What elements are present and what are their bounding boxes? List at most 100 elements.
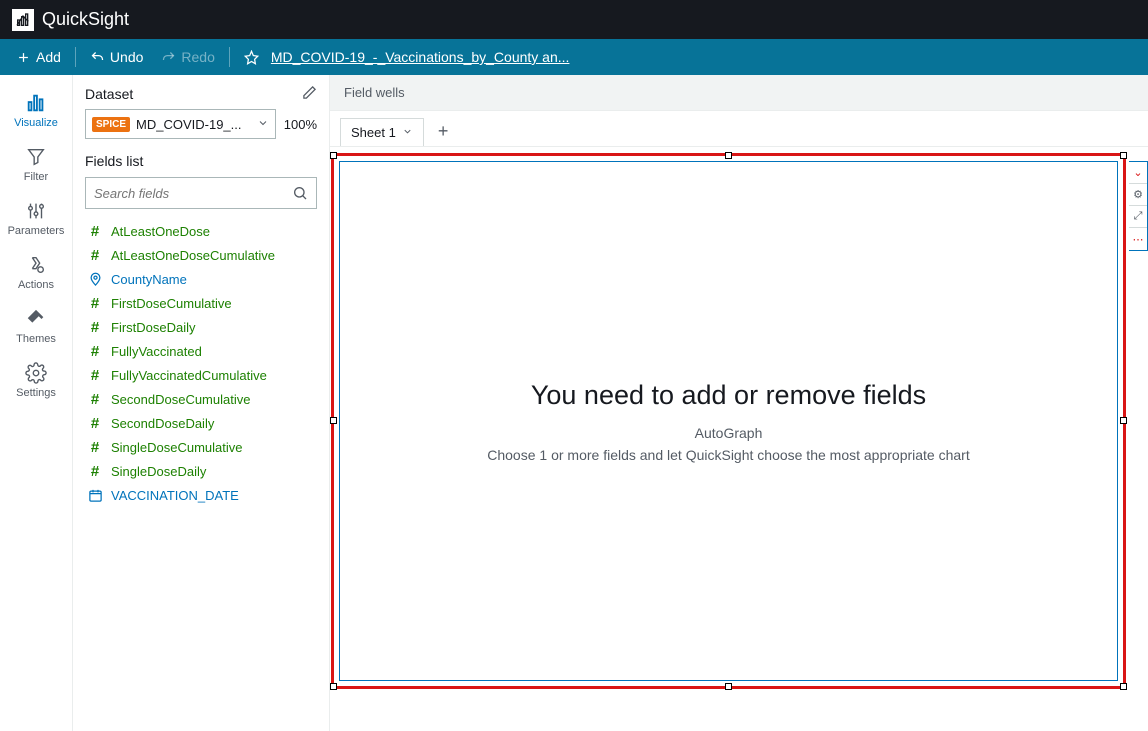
field-name: SecondDoseCumulative bbox=[111, 392, 250, 407]
sheet-tab[interactable]: Sheet 1 bbox=[340, 118, 424, 146]
nav-label: Themes bbox=[16, 333, 56, 345]
field-item[interactable]: SingleDoseDaily bbox=[85, 459, 317, 483]
resize-handle[interactable] bbox=[330, 417, 337, 424]
field-name: SingleDoseCumulative bbox=[111, 440, 243, 455]
toolbar-divider bbox=[229, 47, 230, 67]
visual-controls: ⌄ ⚙ ⤢ ⋯ bbox=[1129, 161, 1148, 251]
number-type-icon bbox=[87, 295, 103, 311]
number-type-icon bbox=[87, 439, 103, 455]
canvas-area: Field wells Sheet 1 + bbox=[330, 75, 1148, 731]
sheet-tabs: Sheet 1 + bbox=[330, 111, 1148, 147]
visual-placeholder[interactable]: You need to add or remove fields AutoGra… bbox=[339, 161, 1118, 681]
chevron-down-icon bbox=[257, 117, 269, 132]
number-type-icon bbox=[87, 319, 103, 335]
resize-handle[interactable] bbox=[1120, 683, 1127, 690]
nav-filter[interactable]: Filter bbox=[0, 139, 72, 189]
undo-button[interactable]: Undo bbox=[84, 39, 149, 75]
dataset-name: MD_COVID-19_... bbox=[136, 117, 251, 132]
field-item[interactable]: SecondDoseCumulative bbox=[85, 387, 317, 411]
chevron-down-icon[interactable] bbox=[402, 125, 413, 140]
visual-title: You need to add or remove fields bbox=[531, 380, 926, 411]
nav-themes[interactable]: Themes bbox=[0, 301, 72, 351]
field-name: FirstDoseCumulative bbox=[111, 296, 232, 311]
field-name: AtLeastOneDose bbox=[111, 224, 210, 239]
number-type-icon bbox=[87, 343, 103, 359]
search-icon bbox=[292, 185, 308, 201]
dataset-label: Dataset bbox=[85, 86, 133, 102]
nav-label: Filter bbox=[24, 171, 48, 183]
date-type-icon bbox=[87, 487, 103, 503]
field-item[interactable]: FirstDoseCumulative bbox=[85, 291, 317, 315]
canvas-body[interactable]: You need to add or remove fields AutoGra… bbox=[330, 147, 1148, 731]
field-name: VACCINATION_DATE bbox=[111, 488, 239, 503]
nav-rail: Visualize Filter Parameters Actions Them… bbox=[0, 75, 73, 731]
sheet-tab-label: Sheet 1 bbox=[351, 125, 396, 140]
field-name: AtLeastOneDoseCumulative bbox=[111, 248, 275, 263]
search-fields-wrap[interactable] bbox=[85, 177, 317, 209]
add-label: Add bbox=[36, 49, 61, 65]
visual-subtitle: AutoGraph bbox=[695, 425, 763, 441]
toolbar-divider bbox=[75, 47, 76, 67]
redo-label: Redo bbox=[181, 49, 214, 65]
resize-handle[interactable] bbox=[1120, 152, 1127, 159]
search-fields-input[interactable] bbox=[94, 186, 292, 201]
visual-expand-icon[interactable]: ⌄ bbox=[1129, 162, 1147, 184]
number-type-icon bbox=[87, 415, 103, 431]
field-name: FullyVaccinatedCumulative bbox=[111, 368, 267, 383]
field-item[interactable]: CountyName bbox=[85, 267, 317, 291]
add-sheet-button[interactable]: + bbox=[430, 117, 457, 146]
visual-settings-icon[interactable]: ⚙ bbox=[1129, 184, 1147, 206]
resize-handle[interactable] bbox=[330, 152, 337, 159]
edit-dataset-icon[interactable] bbox=[302, 85, 317, 103]
field-wells-bar[interactable]: Field wells bbox=[330, 75, 1148, 111]
field-name: FirstDoseDaily bbox=[111, 320, 196, 335]
field-item[interactable]: AtLeastOneDoseCumulative bbox=[85, 243, 317, 267]
field-item[interactable]: FirstDoseDaily bbox=[85, 315, 317, 339]
resize-handle[interactable] bbox=[330, 683, 337, 690]
visual-description: Choose 1 or more fields and let QuickSig… bbox=[487, 447, 969, 463]
dataset-select[interactable]: SPICE MD_COVID-19_... bbox=[85, 109, 276, 139]
add-button[interactable]: Add bbox=[10, 39, 67, 75]
analysis-title-link[interactable]: MD_COVID-19_-_Vaccinations_by_County an.… bbox=[271, 49, 570, 65]
field-name: CountyName bbox=[111, 272, 187, 287]
quicksight-logo-icon bbox=[12, 9, 34, 31]
field-item[interactable]: FullyVaccinatedCumulative bbox=[85, 363, 317, 387]
app-header: QuickSight bbox=[0, 0, 1148, 39]
geo-type-icon bbox=[87, 271, 103, 287]
field-item[interactable]: FullyVaccinated bbox=[85, 339, 317, 363]
nav-label: Actions bbox=[18, 279, 54, 291]
visual-more-icon[interactable]: ⋯ bbox=[1129, 228, 1147, 250]
number-type-icon bbox=[87, 223, 103, 239]
redo-button[interactable]: Redo bbox=[155, 39, 220, 75]
favorite-button[interactable] bbox=[238, 39, 265, 75]
field-item[interactable]: SecondDoseDaily bbox=[85, 411, 317, 435]
main-toolbar: Add Undo Redo MD_COVID-19_-_Vaccinations… bbox=[0, 39, 1148, 75]
number-type-icon bbox=[87, 391, 103, 407]
field-name: SingleDoseDaily bbox=[111, 464, 206, 479]
nav-label: Parameters bbox=[8, 225, 65, 237]
app-name: QuickSight bbox=[42, 9, 129, 30]
resize-handle[interactable] bbox=[725, 152, 732, 159]
field-name: FullyVaccinated bbox=[111, 344, 202, 359]
spice-percent: 100% bbox=[284, 117, 317, 132]
visual-maximize-icon[interactable]: ⤢ bbox=[1129, 206, 1147, 228]
fields-list: AtLeastOneDose AtLeastOneDoseCumulative Co… bbox=[85, 219, 317, 507]
number-type-icon bbox=[87, 463, 103, 479]
nav-parameters[interactable]: Parameters bbox=[0, 193, 72, 243]
resize-handle[interactable] bbox=[1120, 417, 1127, 424]
nav-actions[interactable]: Actions bbox=[0, 247, 72, 297]
resize-handle[interactable] bbox=[725, 683, 732, 690]
field-item[interactable]: SingleDoseCumulative bbox=[85, 435, 317, 459]
number-type-icon bbox=[87, 247, 103, 263]
field-item[interactable]: VACCINATION_DATE bbox=[85, 483, 317, 507]
nav-label: Visualize bbox=[14, 117, 58, 129]
number-type-icon bbox=[87, 367, 103, 383]
field-name: SecondDoseDaily bbox=[111, 416, 214, 431]
spice-badge: SPICE bbox=[92, 117, 130, 132]
nav-settings[interactable]: Settings bbox=[0, 355, 72, 405]
nav-visualize[interactable]: Visualize bbox=[0, 85, 72, 135]
fields-list-label: Fields list bbox=[85, 153, 317, 169]
nav-label: Settings bbox=[16, 387, 56, 399]
field-item[interactable]: AtLeastOneDose bbox=[85, 219, 317, 243]
fields-panel: Dataset SPICE MD_COVID-19_... 100% Field… bbox=[73, 75, 330, 731]
